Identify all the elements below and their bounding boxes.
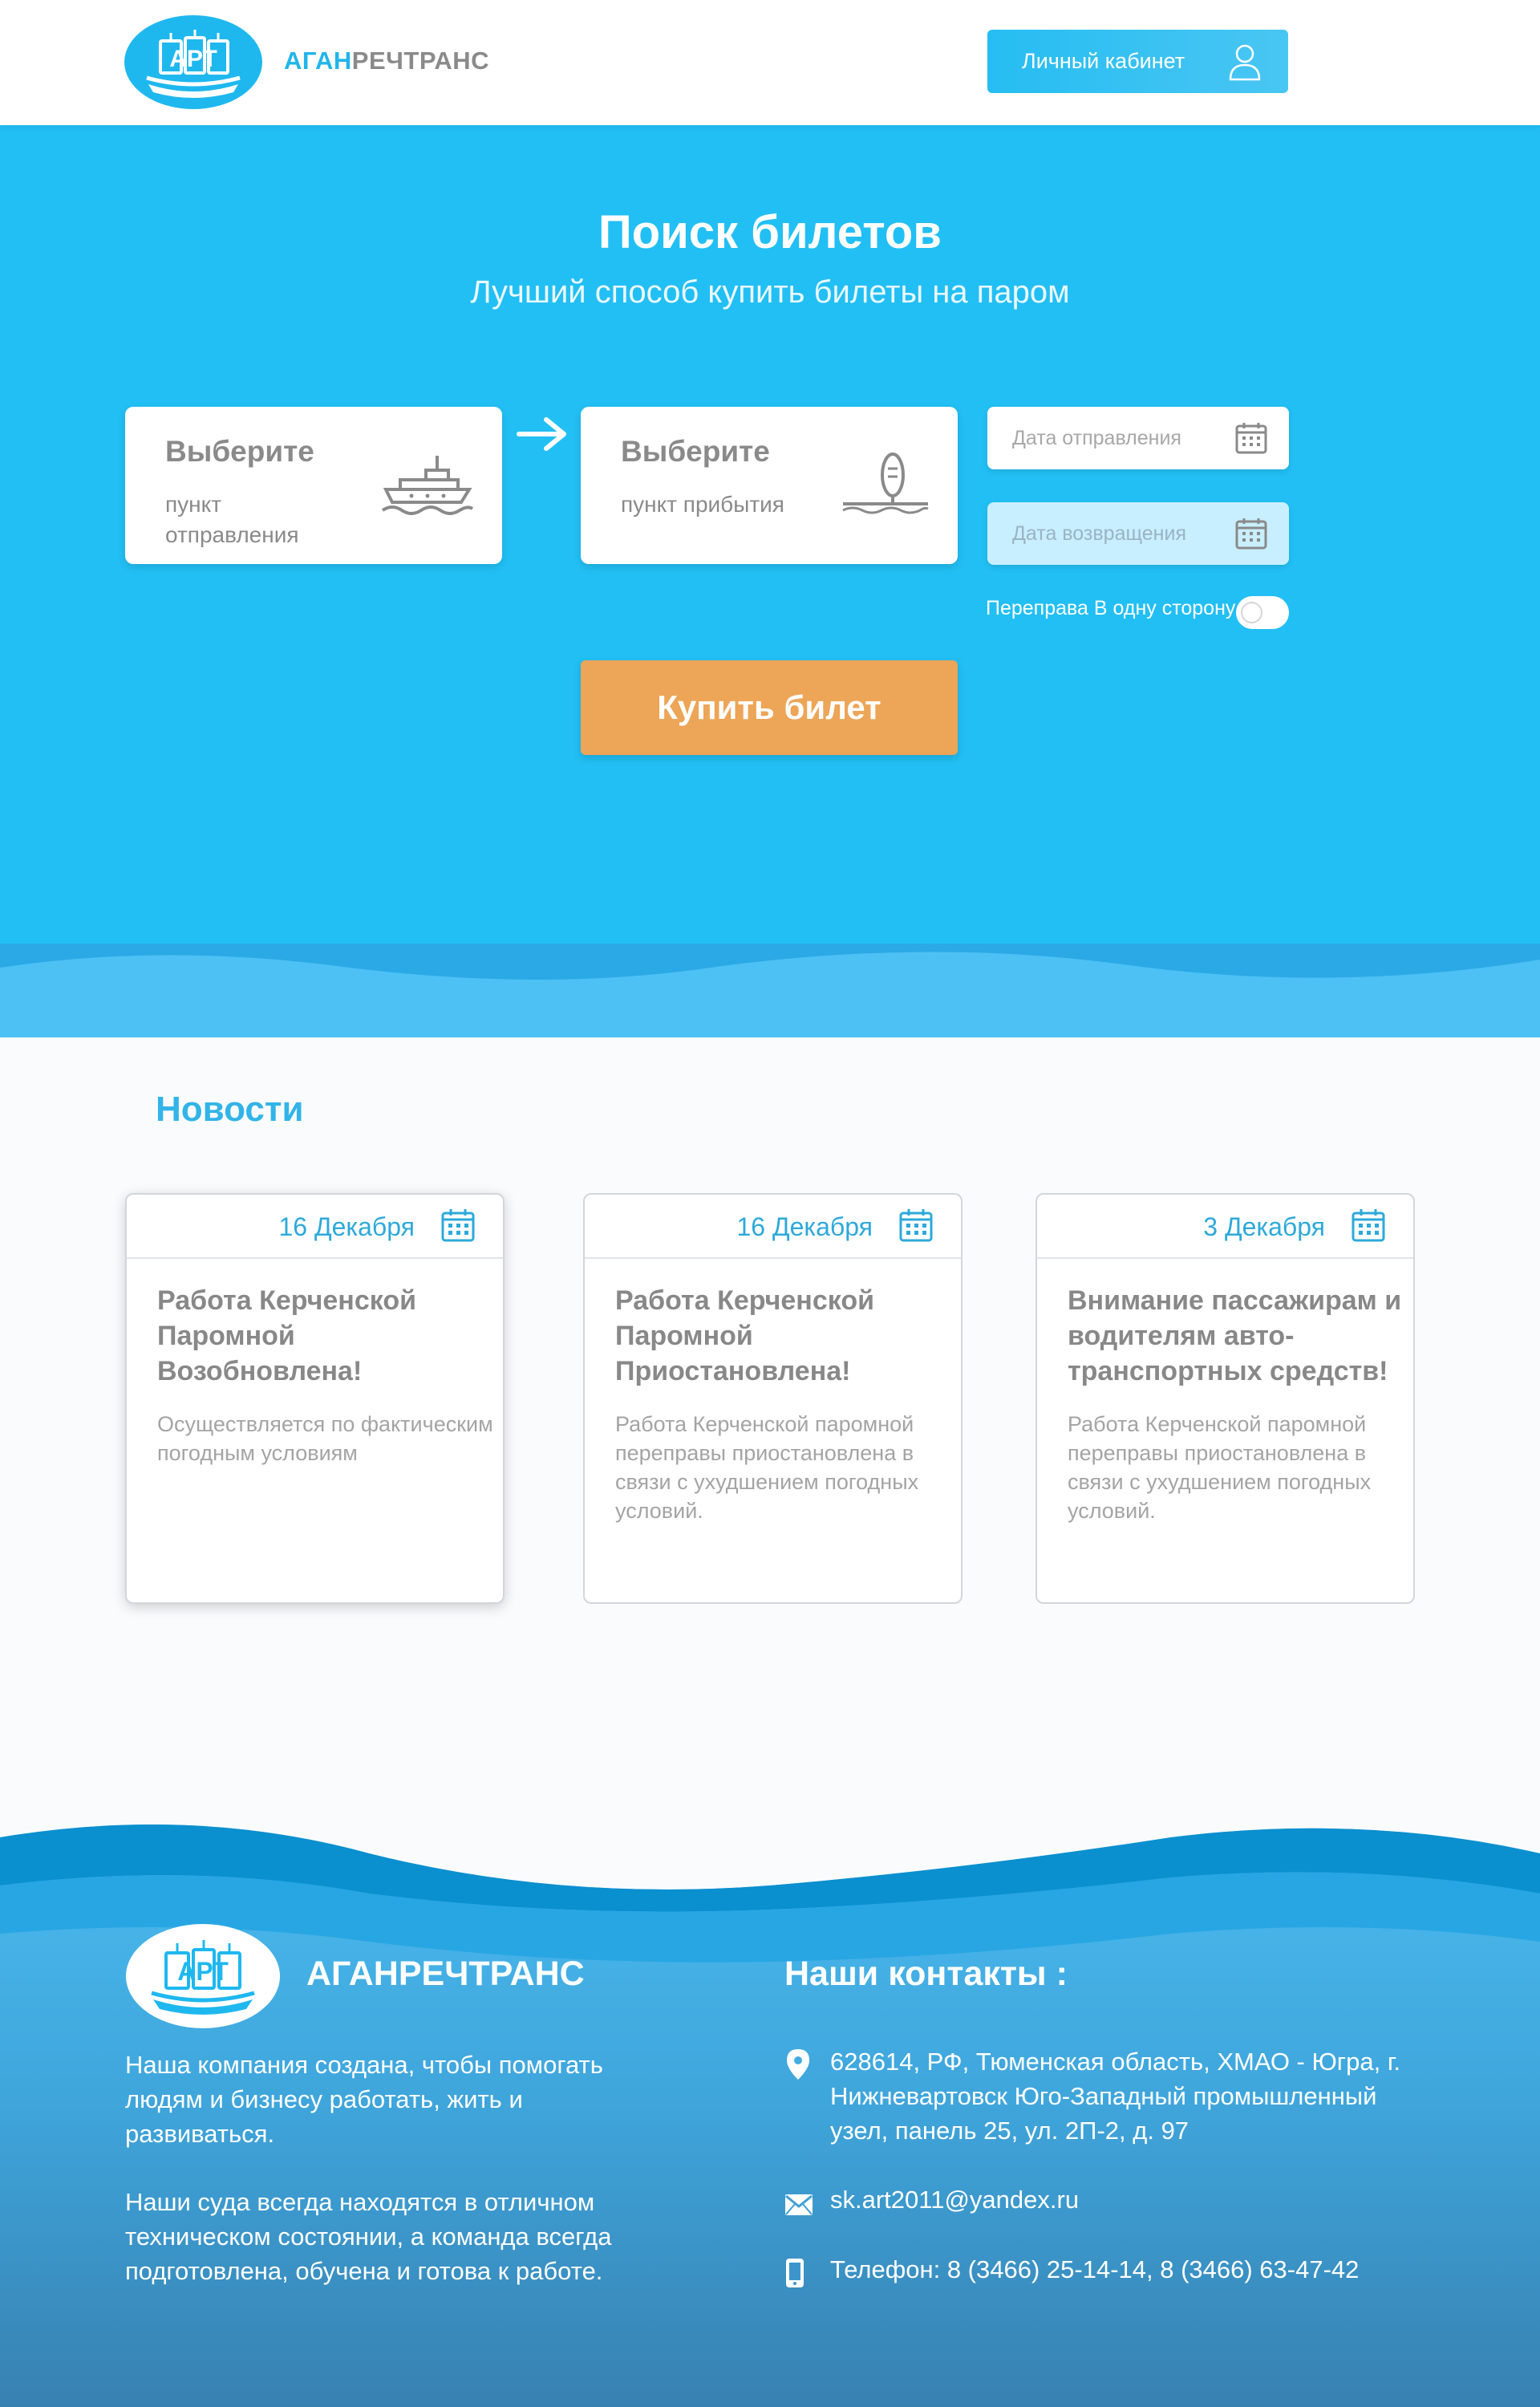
news-section-title: Новости [156, 1090, 304, 1129]
search-subtitle: Лучший способ купить билеты на паром [470, 274, 1070, 310]
arrival-point-subtitle: пункт прибытия [621, 492, 784, 517]
about-text-2: Наши суда всегда находятся в отличном те… [125, 2188, 612, 2285]
news-date: 16 Декабря [278, 1212, 415, 1241]
buy-ticket-button[interactable]: Купить билет [581, 660, 958, 755]
arrow-right-icon [517, 417, 566, 451]
calendar-icon [899, 1209, 933, 1242]
contact-phone[interactable]: Телефон: 8 (3466) 25-14-14, 8 (3466) 63-… [830, 2252, 1440, 2287]
search-title: Поиск билетов [598, 206, 942, 258]
calendar-icon [1352, 1209, 1385, 1242]
news-card[interactable]: 16 Декабря Работа Керченской Паромной Во… [125, 1193, 505, 1604]
footer-logo-text: АРТ [177, 1957, 229, 1986]
brand-name: АГАНРЕЧТРАНС [284, 47, 489, 75]
contacts-title: Наши контакты : [784, 1954, 1068, 1993]
departure-date-field[interactable]: Дата отправления [987, 407, 1289, 469]
toggle-knob [1241, 602, 1262, 623]
news-card-header: 16 Декабря [127, 1195, 503, 1259]
phone-icon [786, 2259, 804, 2287]
user-icon [1229, 44, 1261, 81]
mail-icon [785, 2194, 813, 2215]
logo-text: АРТ [169, 46, 217, 72]
news-text: Работа Керченской паромной переправы при… [615, 1412, 919, 1523]
arrival-point-select[interactable]: Выберите пункт прибытия [581, 407, 958, 564]
logo-ship-icon: АРТ [146, 30, 241, 98]
calendar-icon [441, 1209, 475, 1242]
news-card-header: 3 Декабря [1037, 1195, 1413, 1259]
news-text: Осуществляется по фактическим погодным у… [157, 1412, 493, 1465]
logo-ship-icon: АРТ [151, 1940, 255, 2015]
departure-point-subtitle: пункт отправления [165, 492, 299, 547]
cabinet-label: Личный кабинет [1022, 49, 1185, 73]
news-title: Работа Керченской Паромной Приостановлен… [615, 1285, 874, 1386]
contact-email-link[interactable]: sk.art2011@yandex.ru [830, 2182, 1440, 2217]
oneway-toggle[interactable] [1236, 596, 1289, 629]
news-card[interactable]: 3 Декабря Внимание пассажирам и водителя… [1035, 1193, 1415, 1604]
news-title: Работа Керченской Паромной Возобновлена! [157, 1285, 416, 1386]
contact-address: 628614, РФ, Тюменская область, ХМАО - Юг… [830, 2048, 1400, 2145]
site-header: АРТ АГАНРЕЧТРАНС Личный кабинет [0, 0, 1540, 125]
location-pin-icon [787, 2049, 809, 2080]
arrival-point-title: Выберите [621, 435, 770, 468]
return-date-field[interactable]: Дата возвращения [987, 502, 1289, 565]
departure-point-title: Выберите [165, 435, 314, 468]
news-text: Работа Керченской паромной переправы при… [1068, 1412, 1372, 1523]
news-title: Внимание пассажирам и водителям авто-тра… [1068, 1285, 1402, 1386]
oneway-label: Переправа В одну сторону [986, 597, 1236, 619]
calendar-icon [1235, 518, 1267, 550]
hero-waves-bottom [0, 944, 1540, 1037]
buoy-icon [842, 453, 929, 514]
news-date: 16 Декабря [736, 1212, 873, 1241]
news-card-header: 16 Декабря [585, 1195, 961, 1259]
news-card[interactable]: 16 Декабря Работа Керченской Паромной Пр… [583, 1193, 962, 1604]
ticket-search-section: Поиск билетов Лучший способ купить билет… [0, 125, 1540, 1037]
personal-cabinet-button[interactable]: Личный кабинет [987, 30, 1288, 93]
company-logo[interactable]: АРТ [124, 15, 262, 109]
return-date-placeholder: Дата возвращения [1012, 522, 1186, 545]
brand-name-part1: АГАН [284, 47, 352, 75]
calendar-icon [1235, 423, 1267, 454]
departure-point-select[interactable]: Выберите пункт отправления [125, 407, 502, 564]
news-date: 3 Декабря [1203, 1212, 1325, 1241]
site-footer: АРТ АГАНРЕЧТРАНС Наша компания создана, … [0, 1717, 1540, 2407]
departure-date-placeholder: Дата отправления [1012, 426, 1181, 449]
brand-name-part2: РЕЧТРАНС [351, 47, 489, 75]
footer-logo[interactable]: АРТ [126, 1924, 280, 2028]
about-text-1: Наша компания создана, чтобы помогать лю… [125, 2051, 603, 2148]
footer-brand-name: АГАНРЕЧТРАНС [306, 1954, 585, 1993]
ship-icon [381, 456, 474, 515]
